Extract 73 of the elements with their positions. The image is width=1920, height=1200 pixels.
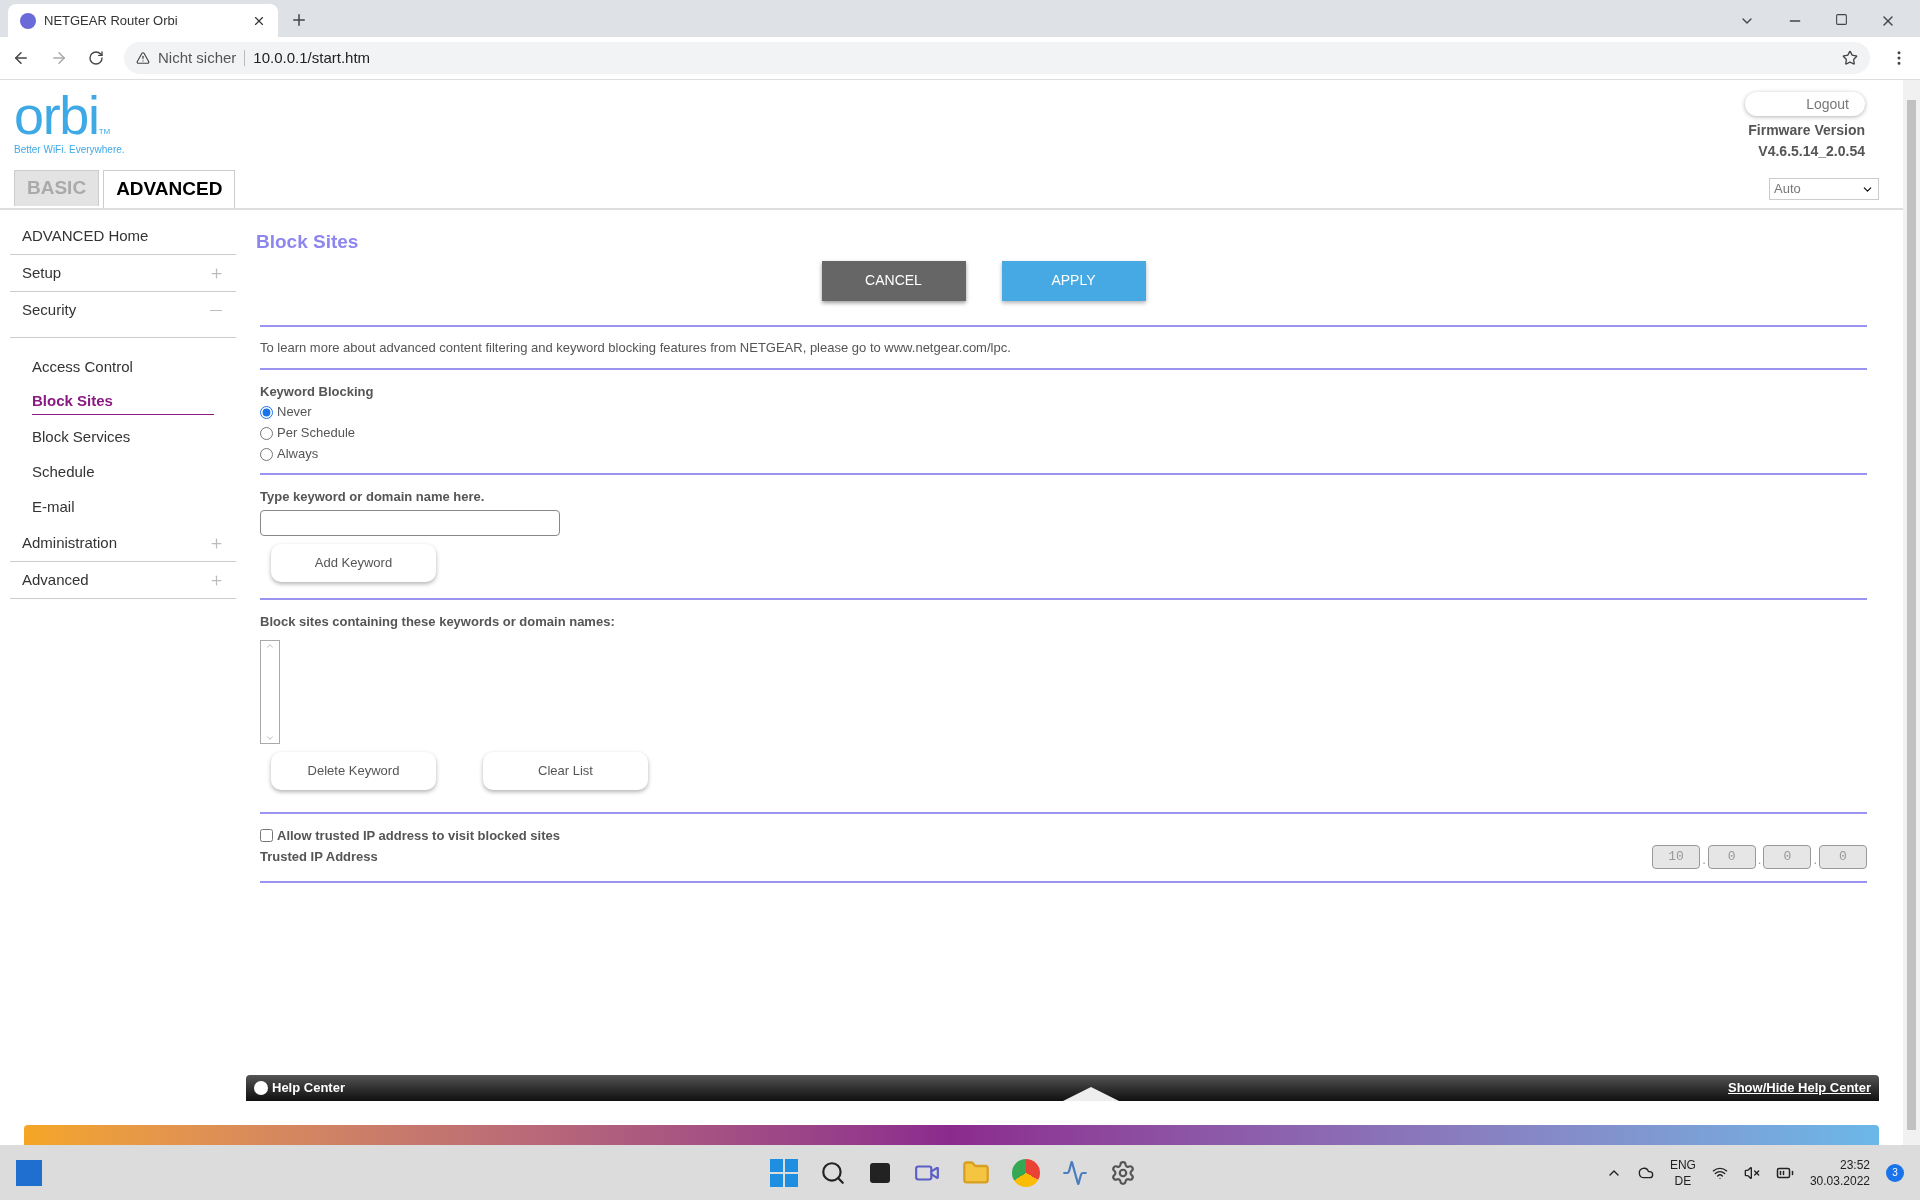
clock-date[interactable]: 30.03.2022 — [1809, 1172, 1870, 1189]
help-center-title: Help Center — [272, 1079, 345, 1098]
sidebar-subitem[interactable]: Access Control — [32, 356, 133, 379]
settings-icon[interactable] — [1110, 1159, 1136, 1186]
logo-tagline: Better WiFi. Everywhere. — [14, 143, 125, 157]
expand-icon — [209, 572, 224, 588]
task-view-icon[interactable] — [868, 1160, 892, 1185]
nav-tab[interactable]: ADVANCED — [103, 170, 236, 208]
new-tab-icon[interactable] — [290, 11, 308, 29]
keyword-label: Type keyword or domain name here. — [260, 487, 486, 506]
help-icon — [254, 1081, 268, 1095]
radio-label: Never — [277, 403, 312, 422]
sidebar-item[interactable]: ADVANCED Home — [10, 218, 236, 255]
bookmark-icon[interactable] — [1842, 50, 1858, 66]
radio-label: Per Schedule — [277, 424, 356, 443]
collapse-icon — [210, 309, 222, 312]
notification-badge[interactable]: 3 — [1886, 1163, 1904, 1182]
browser-icon[interactable] — [1012, 1158, 1040, 1187]
start-icon[interactable] — [770, 1158, 798, 1187]
radio-label: Always — [277, 445, 319, 464]
ip-separator: . — [1757, 850, 1762, 869]
tab-title: NETGEAR Router Orbi — [44, 11, 179, 30]
help-toggle-link[interactable]: Show/Hide Help Center — [1727, 1078, 1871, 1098]
page-title: Block Sites — [256, 230, 360, 254]
sidebar-subitem[interactable]: Block Sites — [32, 390, 214, 415]
firmware-version: V4.6.5.14_2.0.54 — [1758, 142, 1865, 161]
add-keyword-button[interactable]: Add Keyword — [271, 544, 436, 582]
trusted-ip-label: Trusted IP Address — [260, 848, 378, 867]
region-code[interactable]: DE — [1674, 1172, 1692, 1189]
browser-tab[interactable]: NETGEAR Router Orbi — [8, 4, 278, 37]
ip-separator: . — [1702, 850, 1706, 869]
clear-list-button[interactable]: Clear List — [483, 751, 648, 790]
reload-icon[interactable] — [88, 50, 104, 66]
warning-icon — [136, 51, 150, 65]
sidebar-subitem[interactable]: Block Services — [32, 426, 131, 449]
search-icon[interactable] — [820, 1159, 846, 1186]
security-warning: Nicht sicher — [158, 47, 237, 68]
info-text: To learn more about advanced content filtering and keyword blocking features from NETGEAR, please go to www.netgear.com/lpc. — [260, 338, 1012, 357]
checkbox[interactable] — [260, 828, 273, 842]
ip-separator: . — [1813, 850, 1817, 869]
sidebar-item[interactable]: Security — [10, 292, 236, 329]
address-bar[interactable]: Nicht sicher 10.0.0.1/start.htm — [124, 42, 1870, 74]
sidebar-item[interactable]: Administration — [10, 525, 236, 562]
back-icon[interactable] — [12, 49, 30, 67]
sidebar-item[interactable]: Setup — [10, 255, 236, 292]
language-select[interactable]: Auto — [1769, 178, 1879, 200]
keyword-input[interactable] — [260, 510, 560, 536]
logout-button[interactable]: Logout — [1745, 92, 1865, 116]
orbi-logo: orbi — [14, 92, 99, 138]
keyword-list[interactable] — [260, 639, 280, 744]
trademark-mark: TM — [98, 127, 111, 138]
mute-icon[interactable] — [1743, 1164, 1760, 1181]
clock-time[interactable]: 23:52 — [1839, 1156, 1870, 1173]
expand-icon — [209, 265, 224, 281]
url-text: 10.0.0.1/start.htm — [253, 47, 371, 68]
language-code[interactable]: ENG — [1669, 1156, 1696, 1173]
blocked-list-label: Block sites containing these keywords or domain names: — [260, 613, 616, 631]
sidebar-subitem[interactable]: E-mail — [32, 496, 75, 519]
restore-icon[interactable] — [1835, 13, 1848, 26]
sidebar-subitem[interactable]: Schedule — [32, 461, 95, 484]
page-scrollbar[interactable] — [1903, 80, 1920, 1145]
keyword-blocking-label: Keyword Blocking — [260, 383, 375, 401]
firmware-label: Firmware Version — [1748, 121, 1865, 140]
checkbox-label: Allow trusted IP address to visit blocked sites — [277, 826, 560, 845]
radio-button[interactable] — [260, 405, 273, 419]
help-toggle-icon[interactable] — [1062, 1087, 1119, 1101]
radio-button[interactable] — [260, 447, 273, 461]
expand-icon — [209, 535, 224, 551]
favicon-icon — [20, 12, 36, 29]
radio-button[interactable] — [260, 426, 273, 440]
delete-keyword-button[interactable]: Delete Keyword — [271, 751, 436, 790]
cancel-button[interactable]: CANCEL — [821, 260, 966, 301]
sidebar-item[interactable]: Advanced — [10, 562, 236, 599]
